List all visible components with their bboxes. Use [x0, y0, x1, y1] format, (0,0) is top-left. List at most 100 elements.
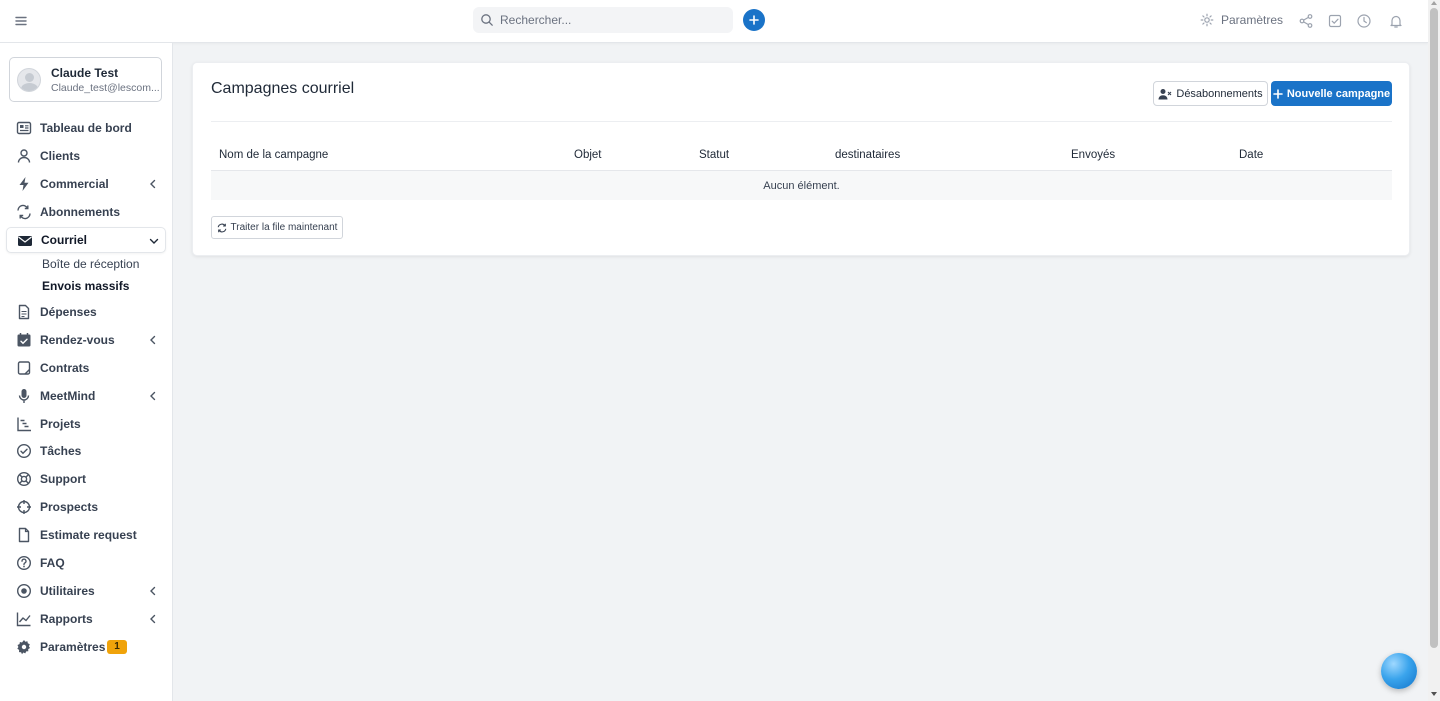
- sidebar-item-label: Estimate request: [40, 528, 137, 542]
- checkbox-icon[interactable]: [1327, 13, 1343, 29]
- sidebar-item-rendez-vous[interactable]: Rendez-vous: [6, 327, 166, 353]
- column-header-subject[interactable]: Objet: [574, 149, 602, 161]
- sidebar-item-support[interactable]: Support: [6, 466, 166, 492]
- sidebar-item-label: Tableau de bord: [40, 121, 132, 135]
- unsubscriptions-label: Désabonnements: [1176, 87, 1263, 100]
- chevron-left-icon: [148, 391, 158, 401]
- sidebar-item-label: Contrats: [40, 361, 90, 375]
- share-icon[interactable]: [1298, 13, 1314, 29]
- contract-icon: [16, 360, 32, 376]
- new-campaign-label: Nouvelle campagne: [1286, 87, 1391, 100]
- plus-icon: [749, 15, 759, 25]
- sidebar-item-label: Support: [40, 472, 86, 486]
- search-input[interactable]: [500, 13, 720, 27]
- sidebar-item-label: Projets: [40, 417, 81, 431]
- notification-badge: 1: [107, 640, 127, 654]
- gear-icon: [16, 639, 32, 655]
- dot-circle-icon: [16, 583, 32, 599]
- scroll-down-arrow-icon[interactable]: [1431, 692, 1437, 696]
- chevron-left-icon: [148, 614, 158, 624]
- sidebar-item-depenses[interactable]: Dépenses: [6, 299, 166, 325]
- sidebar-item-label: Clients: [40, 149, 81, 163]
- file-icon: [16, 527, 32, 543]
- sidebar-item-commercial[interactable]: Commercial: [6, 171, 166, 197]
- dashboard-icon: [16, 120, 32, 136]
- sidebar-item-label: Commercial: [40, 177, 109, 191]
- sidebar-item-dashboard[interactable]: Tableau de bord: [6, 115, 166, 141]
- topbar-settings-button[interactable]: Paramètres: [1200, 13, 1283, 27]
- sidebar-item-label: Dépenses: [40, 305, 97, 319]
- sidebar-item-clients[interactable]: Clients: [6, 143, 166, 169]
- page-title: Campagnes courriel: [211, 80, 355, 97]
- sidebar-item-label: Utilitaires: [40, 584, 95, 598]
- refresh-icon: [16, 204, 32, 220]
- sidebar-item-utilitaires[interactable]: Utilitaires: [6, 578, 166, 604]
- sidebar-item-label: Tâches: [40, 444, 82, 458]
- sidebar-item-label: MeetMind: [40, 389, 96, 403]
- new-campaign-button[interactable]: Nouvelle campagne: [1271, 81, 1392, 106]
- question-circle-icon: [16, 555, 32, 571]
- check-circle-icon: [16, 443, 32, 459]
- file-text-icon: [16, 304, 32, 320]
- refresh-icon: [217, 223, 226, 232]
- microphone-icon: [16, 388, 32, 404]
- sidebar-item-faq[interactable]: FAQ: [6, 550, 166, 576]
- search-box[interactable]: [473, 7, 733, 33]
- envelope-icon: [17, 233, 33, 249]
- sidebar-item-contrats[interactable]: Contrats: [6, 355, 166, 381]
- scroll-up-arrow-icon[interactable]: [1431, 1, 1437, 5]
- chevron-left-icon: [148, 586, 158, 596]
- chevron-left-icon: [148, 179, 158, 189]
- user-name: Claude Test: [51, 65, 119, 80]
- quick-add-button[interactable]: [743, 9, 765, 31]
- column-header-status[interactable]: Statut: [699, 149, 729, 161]
- sidebar-item-parametres[interactable]: Paramètres 1: [6, 634, 166, 660]
- user-icon: [16, 148, 32, 164]
- plus-icon: [1273, 88, 1283, 99]
- unsubscriptions-button[interactable]: Désabonnements: [1153, 81, 1268, 106]
- column-header-recipients[interactable]: destinataires: [835, 149, 900, 161]
- sidebar-item-prospects[interactable]: Prospects: [6, 494, 166, 520]
- chart-steps-icon: [16, 416, 32, 432]
- user-profile-card[interactable]: Claude Test Claude_test@lescom...: [9, 57, 162, 102]
- sidebar-item-label: Abonnements: [40, 205, 121, 219]
- sidebar-item-label: Courriel: [41, 233, 88, 247]
- divider: [211, 121, 1392, 122]
- bell-icon[interactable]: [1388, 13, 1404, 29]
- search-icon: [480, 13, 494, 27]
- menu-icon[interactable]: [13, 13, 29, 29]
- sidebar-item-label: Rendez-vous: [40, 333, 115, 347]
- clock-icon[interactable]: [1356, 13, 1372, 29]
- chevron-left-icon: [148, 335, 158, 345]
- scrollbar-thumb[interactable]: [1430, 8, 1438, 648]
- sidebar-item-rapports[interactable]: Rapports: [6, 606, 166, 632]
- user-times-icon: [1158, 88, 1172, 99]
- column-header-date[interactable]: Date: [1239, 149, 1263, 161]
- sidebar-item-label: FAQ: [40, 556, 65, 570]
- top-bar: Paramètres: [0, 0, 1428, 43]
- column-header-campaign-name[interactable]: Nom de la campagne: [219, 149, 328, 161]
- sidebar-item-abonnements[interactable]: Abonnements: [6, 199, 166, 225]
- sidebar-item-projets[interactable]: Projets: [6, 411, 166, 437]
- sidebar-subitem-inbox[interactable]: Boîte de réception: [42, 257, 139, 271]
- sidebar-item-label: Paramètres: [40, 640, 106, 654]
- page-scrollbar[interactable]: [1428, 0, 1440, 701]
- table-empty-row: Aucun élément.: [211, 171, 1392, 200]
- empty-message: Aucun élément.: [763, 179, 840, 192]
- process-queue-button[interactable]: Traiter la file maintenant: [211, 216, 343, 239]
- column-header-sent[interactable]: Envoyés: [1071, 149, 1115, 161]
- sidebar-item-taches[interactable]: Tâches: [6, 438, 166, 464]
- avatar: [17, 67, 41, 92]
- sidebar-subitem-mass-mailing[interactable]: Envois massifs: [42, 279, 129, 293]
- sidebar-item-meetmind[interactable]: MeetMind: [6, 383, 166, 409]
- crosshair-icon: [16, 499, 32, 515]
- calendar-check-icon: [16, 332, 32, 348]
- sidebar-item-label: Rapports: [40, 612, 93, 626]
- sidebar-item-courriel[interactable]: Courriel: [6, 227, 166, 253]
- sidebar-item-label: Prospects: [40, 500, 99, 514]
- chat-widget-button[interactable]: [1381, 653, 1417, 689]
- gear-icon: [1200, 13, 1214, 27]
- sidebar-item-estimate-request[interactable]: Estimate request: [6, 522, 166, 548]
- sidebar: Claude Test Claude_test@lescom... Tablea…: [0, 43, 173, 701]
- line-chart-icon: [16, 611, 32, 627]
